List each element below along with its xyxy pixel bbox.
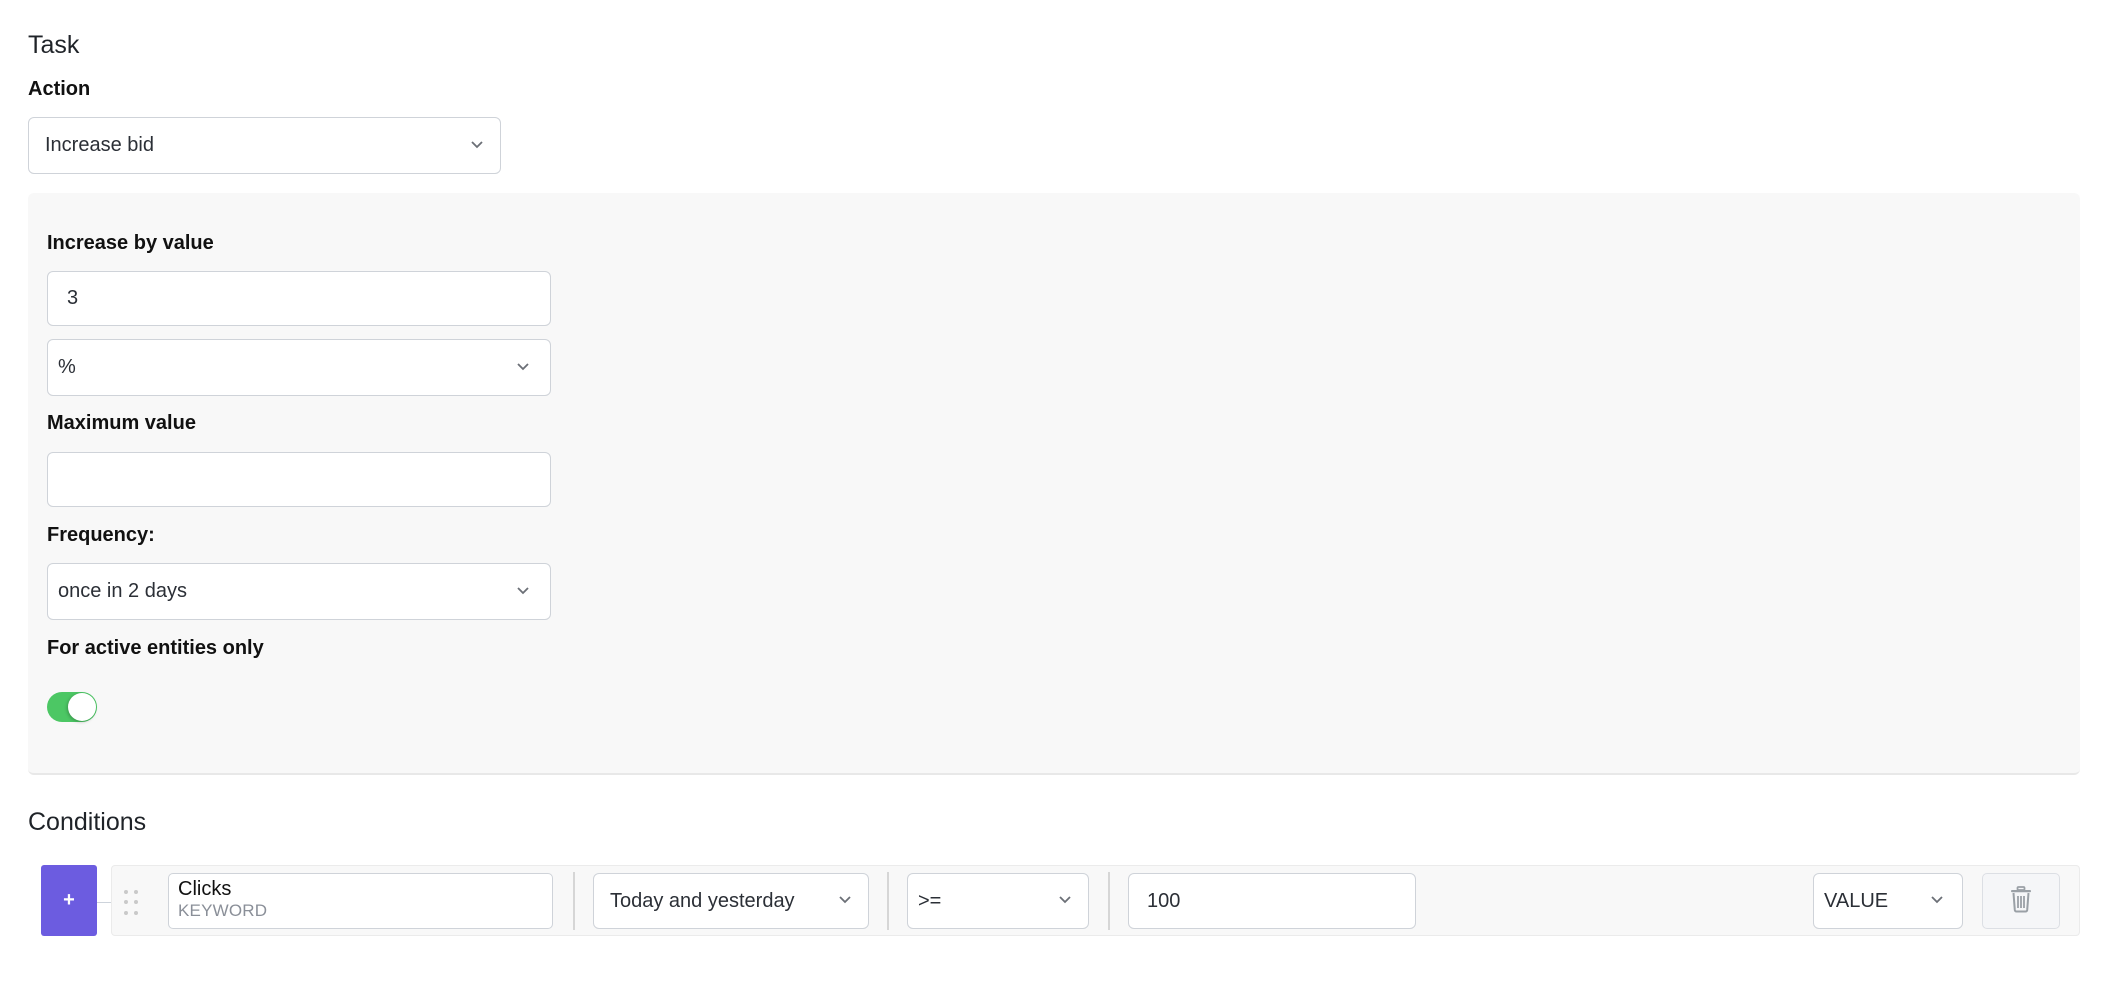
condition-metric-field[interactable]: Clicks KEYWORD: [168, 873, 553, 929]
chevron-down-icon: [1058, 892, 1072, 906]
condition-period-value: Today and yesterday: [610, 889, 795, 912]
unit-select-value: %: [58, 356, 76, 378]
plus-icon: +: [63, 889, 75, 911]
chevron-down-icon: [516, 583, 530, 597]
chevron-down-icon: [838, 892, 852, 906]
action-select[interactable]: Increase bid: [28, 117, 501, 174]
task-section-title: Task: [28, 31, 80, 59]
maximum-value-label: Maximum value: [47, 412, 196, 434]
condition-operator-select[interactable]: >=: [907, 873, 1089, 929]
action-label: Action: [28, 78, 91, 100]
condition-value-type-select[interactable]: VALUE: [1813, 873, 1963, 929]
frequency-select-value: once in 2 days: [58, 580, 187, 602]
maximum-value-input[interactable]: [47, 452, 551, 507]
condition-value-text: 100: [1147, 889, 1181, 912]
delete-condition-button[interactable]: [1982, 873, 2060, 929]
active-entities-toggle[interactable]: [47, 692, 97, 722]
frequency-label: Frequency:: [47, 524, 155, 546]
chevron-down-icon: [470, 137, 484, 151]
increase-by-value-text: 3: [67, 287, 79, 309]
active-entities-label: For active entities only: [47, 637, 264, 659]
chevron-down-icon: [516, 359, 530, 373]
conditions-section-title: Conditions: [28, 808, 147, 836]
divider: [1108, 872, 1110, 930]
connector-line: [97, 902, 111, 903]
condition-value-type-value: VALUE: [1824, 889, 1889, 912]
task-editor-page: Task Action Increase bid Increase by val…: [0, 0, 2111, 999]
action-select-value: Increase bid: [45, 134, 154, 156]
trash-icon: [2009, 885, 2033, 918]
condition-entity-type: KEYWORD: [178, 901, 268, 920]
condition-value-input[interactable]: 100: [1128, 873, 1416, 929]
increase-by-value-label: Increase by value: [47, 232, 214, 254]
increase-by-value-input[interactable]: 3: [47, 271, 551, 326]
condition-operator-value: >=: [918, 889, 942, 912]
unit-select[interactable]: %: [47, 339, 551, 396]
toggle-knob: [68, 693, 96, 721]
add-condition-button[interactable]: +: [41, 865, 97, 936]
chevron-down-icon: [1930, 892, 1944, 906]
divider: [887, 872, 889, 930]
frequency-select[interactable]: once in 2 days: [47, 563, 551, 620]
condition-metric-name: Clicks: [178, 878, 232, 900]
drag-handle-icon[interactable]: [124, 890, 140, 916]
divider: [573, 872, 575, 930]
condition-period-select[interactable]: Today and yesterday: [593, 873, 869, 929]
